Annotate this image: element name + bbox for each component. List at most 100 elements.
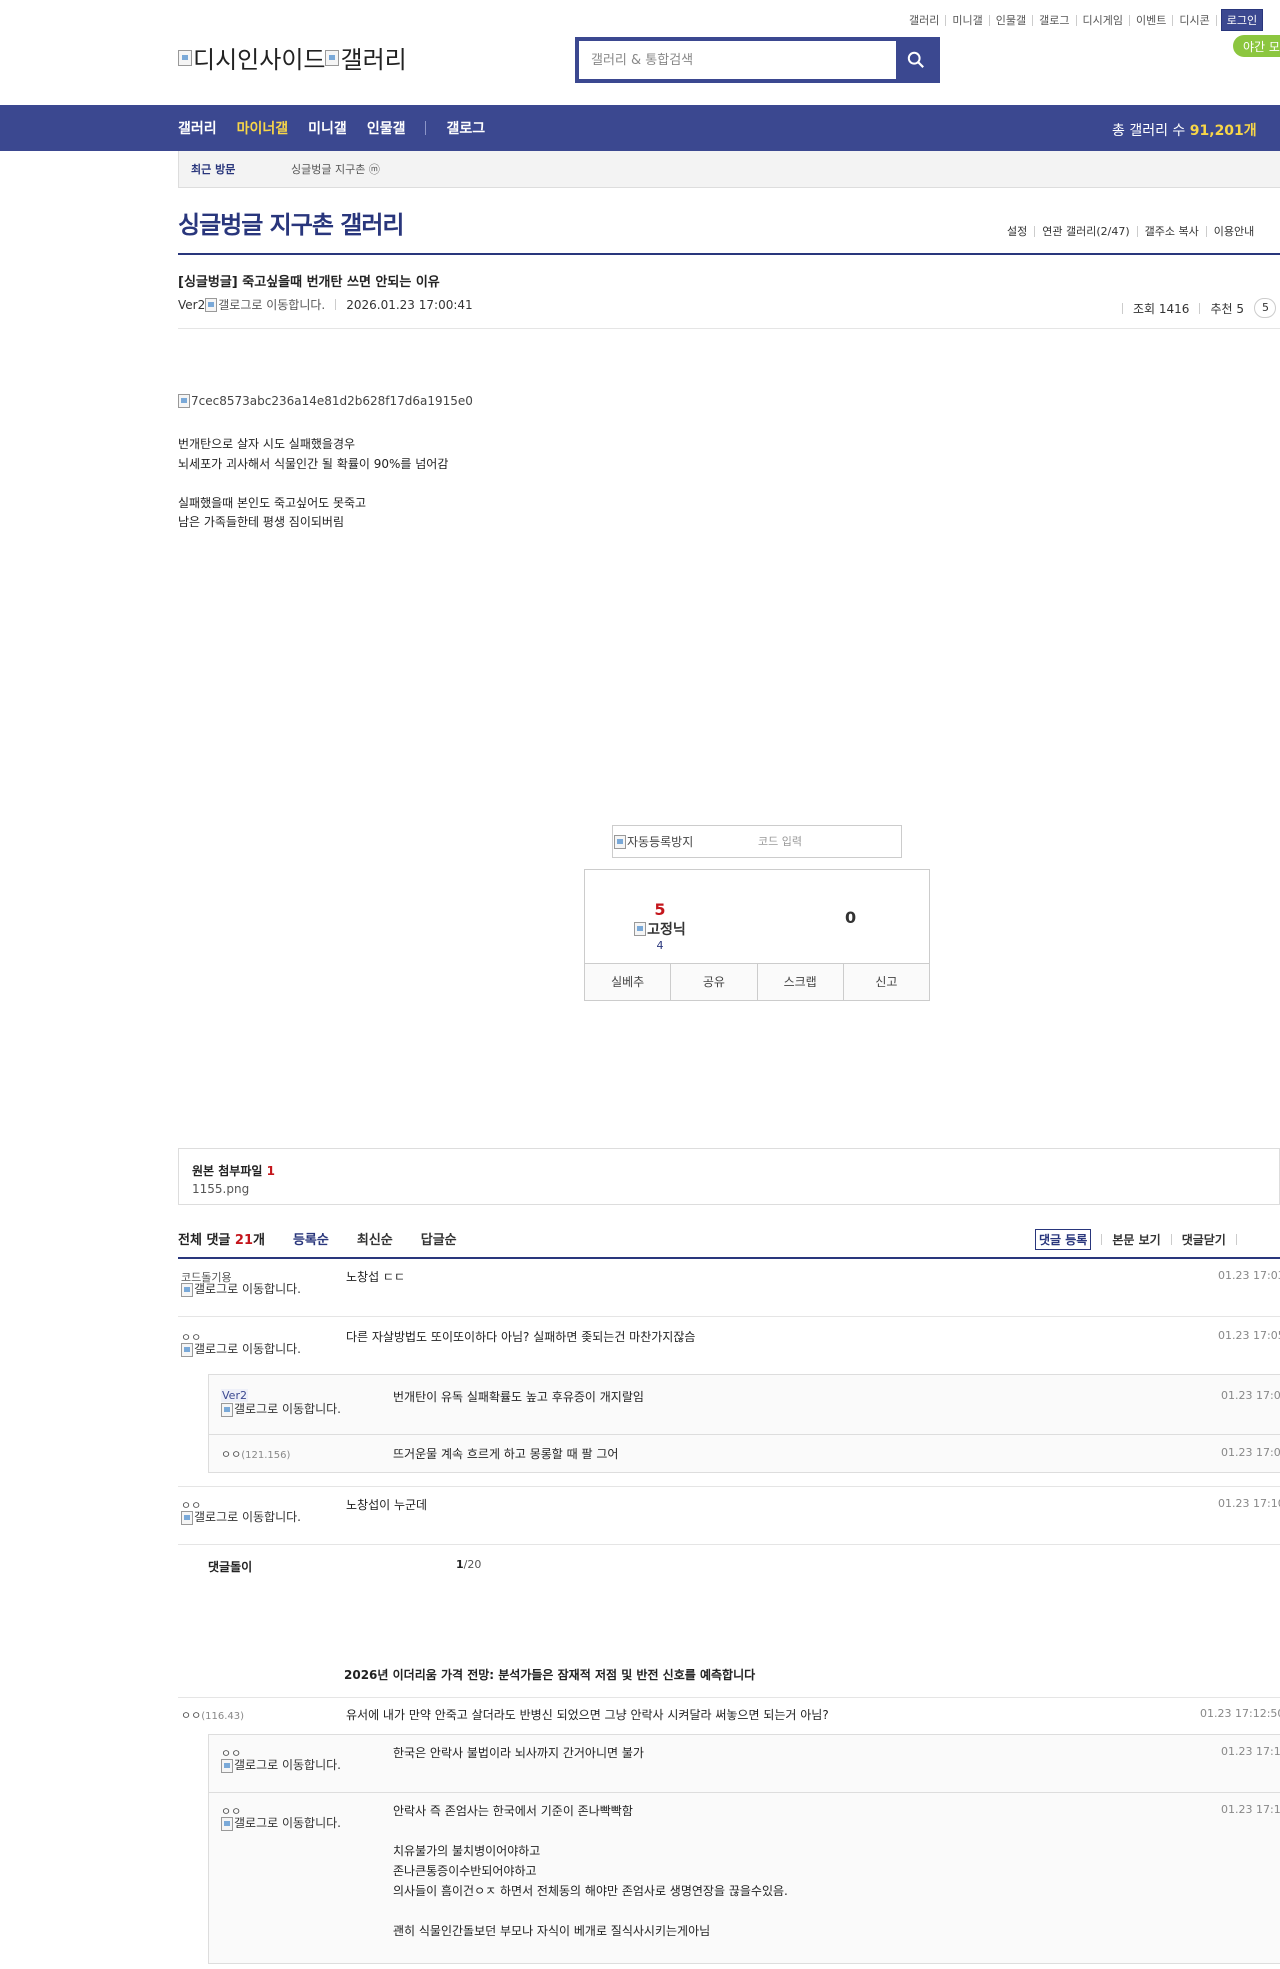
- comment-body: 노창섭 ㄷㄷ: [346, 1270, 406, 1284]
- gallog-link[interactable]: 갤로그로 이동합니다.: [181, 1343, 311, 1357]
- post-body: 번개탄으로 살자 시도 실패했을경우 뇌세포가 괴사해서 식물인간 될 확률이 …: [178, 437, 449, 529]
- gallog-link[interactable]: 갤로그로 이동합니다.: [181, 1511, 311, 1525]
- share-button[interactable]: 공유: [670, 964, 756, 1000]
- ad-headline[interactable]: 2026년 이더리움 가격 전망: 분석가들은 잠재적 저점 및 반전 신호를 …: [344, 1666, 755, 1683]
- comment-body: 노창섭이 누군데: [346, 1498, 428, 1512]
- attachment-file[interactable]: 1155.png: [192, 1182, 1266, 1196]
- gallog-link[interactable]: 갤로그로 이동합니다.: [218, 296, 325, 313]
- upvote-button[interactable]: 5 고정닉 4: [625, 900, 695, 952]
- post-views: 조회 1416: [1133, 301, 1190, 316]
- gallog-link-text: 갤로그로 이동합니다.: [234, 1816, 341, 1830]
- gallog-link[interactable]: 갤로그로 이동합니다.: [221, 1759, 351, 1773]
- usage-guide-link[interactable]: 이용안내: [1205, 226, 1261, 237]
- util-link-gallog[interactable]: 갤로그: [1033, 14, 1077, 26]
- gallog-link[interactable]: 갤로그로 이동합니다.: [221, 1817, 351, 1831]
- captcha-input[interactable]: [758, 835, 888, 848]
- best-recommend-button[interactable]: 실베추: [585, 964, 670, 1000]
- gallog-link[interactable]: 갤로그로 이동합니다.: [221, 1403, 351, 1417]
- recent-visit-item[interactable]: 싱글벙글 지구촌 ⓜ: [291, 161, 380, 177]
- comment-date: 01.23 17:10:42: [1218, 1497, 1280, 1510]
- sort-latest[interactable]: 최신순: [357, 1229, 393, 1248]
- sort-replies[interactable]: 답글순: [421, 1229, 457, 1248]
- nav-mini-gallery[interactable]: 미니갤: [308, 118, 347, 138]
- report-button[interactable]: 신고: [842, 964, 929, 1000]
- close-comments-button[interactable]: 댓글닫기: [1182, 1231, 1226, 1248]
- comment-register-button[interactable]: 댓글 등록: [1035, 1229, 1092, 1250]
- comment-date: 01.23 17:03:07: [1218, 1269, 1280, 1282]
- copy-url-link[interactable]: 갤주소 복사: [1136, 226, 1206, 237]
- attachment-title-text: 원본 첨부파일: [192, 1164, 263, 1178]
- post-recommend: 추천 5: [1210, 301, 1244, 316]
- search-box: [575, 37, 940, 83]
- util-link-gallery[interactable]: 갤러리: [903, 14, 947, 26]
- sort-registered[interactable]: 등록순: [293, 1229, 329, 1248]
- logo-alt-dcinside: 디시인사이드: [193, 46, 326, 74]
- recommend-actions: 실베추 공유 스크랩 신고: [585, 963, 929, 1000]
- broken-image-icon: [181, 1511, 193, 1525]
- reply-author[interactable]: Ver2: [221, 1389, 248, 1402]
- divider: [1170, 1234, 1172, 1245]
- comment-date: 01.23 17:12:50: [1200, 1707, 1280, 1720]
- nav-gallery[interactable]: 갤러리: [178, 118, 217, 138]
- util-link-event[interactable]: 이벤트: [1130, 14, 1174, 26]
- broken-image-icon: [634, 922, 647, 936]
- broken-image-icon: [181, 1343, 193, 1357]
- divider: [1199, 302, 1201, 314]
- reply-author-ip: (121.156): [241, 1450, 291, 1461]
- comment-count-badge[interactable]: 5: [1253, 298, 1276, 318]
- reply-list: Ver2 갤로그로 이동합니다. 번개탄이 유독 실패확률도 높고 후유증이 개…: [208, 1374, 1280, 1473]
- related-gallery-link[interactable]: 연관 갤러리(2/47): [1034, 226, 1136, 237]
- divider: [1122, 302, 1123, 314]
- downvote-button[interactable]: 0: [845, 908, 856, 927]
- gallog-link[interactable]: 갤로그로 이동합니다.: [181, 1283, 311, 1297]
- site-logo[interactable]: 디시인사이드 갤러리: [178, 40, 407, 75]
- downvote-count: 0: [845, 908, 857, 927]
- broken-image-icon: [178, 394, 190, 408]
- nav-gallog[interactable]: 갤로그: [446, 118, 485, 138]
- reply-author[interactable]: ㅇㅇ(121.156): [221, 1446, 290, 1462]
- reply-body: 뜨거운물 계속 흐르게 하고 몽롱할 때 팔 그어: [393, 1447, 619, 1461]
- gallery-count-label: 총 갤러리 수: [1112, 123, 1186, 139]
- reply-date: 01.23 17:16:40: [1221, 1803, 1280, 1816]
- post-image[interactable]: 7cec8573abc236a14e81d2b628f17d6a1915e0: [178, 394, 473, 408]
- utility-links: 갤러리 미니갤 인물갤 갤로그 디시게임 이벤트 디시콘 로그인: [903, 9, 1264, 31]
- recent-visits-bar: 최근 방문 싱글벙글 지구촌 ⓜ: [178, 151, 1280, 188]
- upvote-count: 5: [654, 900, 666, 919]
- night-mode-toggle[interactable]: 야간 모드: [1233, 35, 1280, 57]
- nav-minor-gallery[interactable]: 마이너갤: [237, 118, 289, 138]
- util-link-persongal[interactable]: 인물갤: [990, 14, 1034, 26]
- reply-list: ㅇㅇ 갤로그로 이동합니다. 한국은 안락사 불법이라 뇌사까지 간거아니면 불…: [208, 1734, 1280, 1964]
- settings-link[interactable]: 설정: [1000, 226, 1034, 237]
- broken-image-icon: [221, 1817, 233, 1831]
- gallog-link-text: 갤로그로 이동합니다.: [194, 1510, 301, 1524]
- reply-body: 번개탄이 유독 실패확률도 높고 후유증이 개지랄임: [393, 1390, 644, 1404]
- util-link-dcgame[interactable]: 디시게임: [1077, 14, 1130, 26]
- captcha-image[interactable]: 자동등록방지: [613, 833, 758, 850]
- gallery-count: 총 갤러리 수 91,201개: [1112, 120, 1257, 140]
- reply-body: 한국은 안락사 불법이라 뇌사까지 간거아니면 불가: [393, 1746, 644, 1760]
- broken-image-icon: [178, 49, 192, 66]
- util-link-minigal[interactable]: 미니갤: [946, 14, 990, 26]
- comment-pagination[interactable]: 1/20: [456, 1558, 481, 1571]
- search-icon: [907, 51, 924, 68]
- post-author[interactable]: Ver2: [178, 298, 205, 312]
- page-total: /20: [463, 1558, 482, 1571]
- comment-author[interactable]: ㅇㅇ(116.43): [181, 1707, 244, 1723]
- attachment-count: 1: [266, 1164, 275, 1178]
- captcha-alt: 자동등록방지: [627, 835, 694, 849]
- scrap-button[interactable]: 스크랩: [756, 964, 843, 1000]
- util-link-dccon[interactable]: 디시콘: [1173, 14, 1217, 26]
- gallog-link-text: 갤로그로 이동합니다.: [234, 1758, 341, 1772]
- post-title: [싱글벙글] 죽고싶을때 번개탄 쓰면 안되는 이유: [178, 275, 440, 290]
- comments-total-label: 전체 댓글: [178, 1233, 231, 1248]
- search-input[interactable]: [579, 41, 896, 79]
- search-button[interactable]: [896, 41, 936, 79]
- gallery-title[interactable]: 싱글벙글 지구촌 갤러리: [178, 205, 405, 240]
- divider: [178, 328, 1280, 329]
- login-button[interactable]: 로그인: [1220, 9, 1264, 31]
- nav-person-gallery[interactable]: 인물갤: [367, 118, 406, 138]
- view-body-button[interactable]: 본문 보기: [1112, 1231, 1160, 1248]
- reply-item: ㅇㅇ 갤로그로 이동합니다. 안락사 즉 존엄사는 한국에서 기준이 존나빡빡함…: [209, 1793, 1280, 1964]
- post-info: Ver2 갤로그로 이동합니다. 2026.01.23 17:00:41: [178, 296, 473, 313]
- comment-author-ip: (116.43): [201, 1711, 245, 1722]
